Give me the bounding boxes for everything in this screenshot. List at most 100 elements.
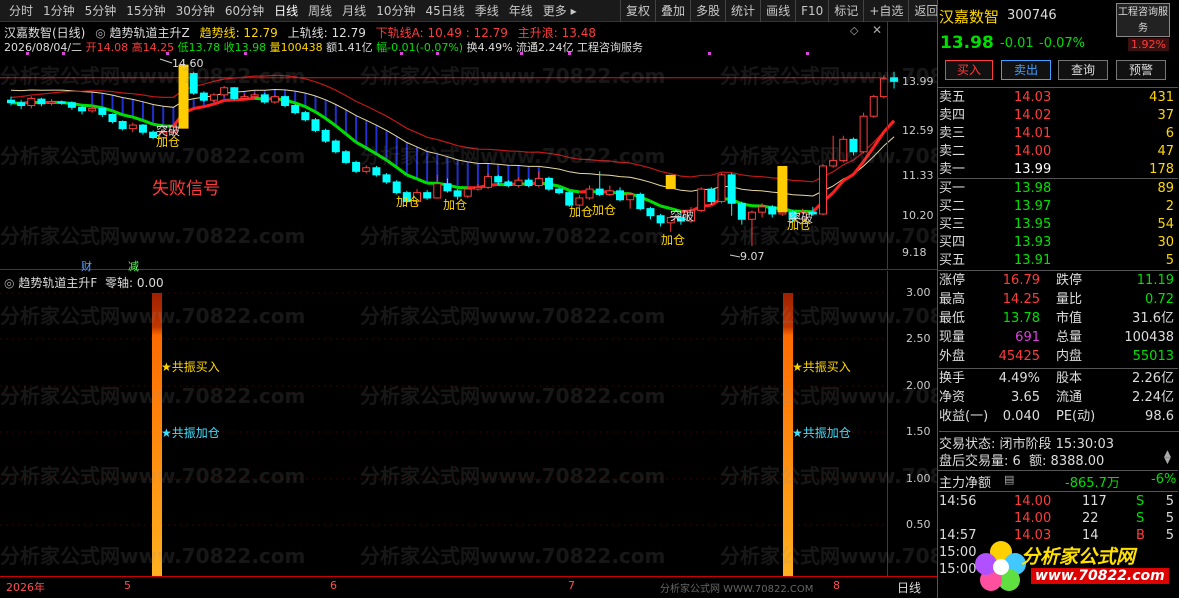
trend-line-segment (416, 177, 428, 185)
tool-button[interactable]: F10 (795, 0, 828, 22)
quote-row[interactable]: 买四 13.93 30 (938, 234, 1178, 252)
quote-row[interactable]: 14:56 14.00 117 S 5 (938, 493, 1178, 511)
tool-button[interactable]: 画线 (760, 0, 795, 22)
x-tick: 2026年 (6, 581, 45, 594)
concept-badge[interactable]: 工程咨询服务 (1116, 3, 1170, 37)
stat-value: 16.79 (1002, 273, 1040, 288)
candle-body (717, 174, 726, 203)
candle-body (321, 129, 330, 142)
quote-row[interactable]: 现量 691 总量 100438 (938, 329, 1178, 347)
stat-label: 内盘 (1056, 349, 1083, 364)
period-tab[interactable]: 日线 (269, 0, 303, 22)
quote-row[interactable]: 涨停 16.79 跌停 11.19 (938, 272, 1178, 290)
info-concept[interactable]: 工程咨询服务 (577, 41, 643, 54)
concept-badge-text: 工程咨询服务 (1118, 7, 1168, 34)
collapse-icon[interactable]: ◇ (850, 24, 858, 37)
after-hours-volume: 盘后交易量: 6 额: 8388.00 (939, 454, 1105, 469)
quote-row[interactable]: 净资 3.65 流通 2.24亿 (938, 389, 1178, 407)
ask-volume: 178 (1149, 162, 1174, 177)
quote-row[interactable]: 卖三 14.01 6 (938, 125, 1178, 143)
bid-volume: 5 (1165, 253, 1174, 268)
add-label-3: 加仓 (443, 198, 468, 212)
trend-line-segment (314, 110, 327, 120)
quote-row[interactable]: 卖二 14.00 47 (938, 143, 1178, 161)
candle-body (210, 94, 218, 101)
alert-button[interactable]: 预警 (1116, 60, 1166, 80)
quote-row[interactable]: 买五 13.91 5 (938, 252, 1178, 270)
stat-value: 0.72 (1145, 292, 1174, 307)
indicator-panel-name[interactable]: 趋势轨道主升F (18, 276, 97, 290)
trend-line-segment (122, 113, 134, 119)
trade-state: 交易状态: 闭市阶段 15:30:03 (939, 431, 1179, 452)
period-tab[interactable]: 更多 ▸ (538, 0, 582, 22)
quote-row[interactable]: 卖一 13.99 178 (938, 161, 1178, 179)
period-tab[interactable]: 1分钟 (38, 0, 80, 22)
quote-row[interactable]: 14.00 22 S 5 (938, 510, 1178, 528)
y-tick: 9.18 (902, 246, 927, 259)
period-tab[interactable]: 月线 (337, 0, 371, 22)
stat-label: 净资 (939, 390, 966, 405)
candle-body (128, 124, 137, 130)
period-tab[interactable]: 周线 (303, 0, 337, 22)
candle-body (585, 188, 594, 199)
quote-row[interactable]: 最低 13.78 市值 31.6亿 (938, 310, 1178, 328)
quote-row[interactable]: 换手 4.49% 股本 2.26亿 (938, 370, 1178, 388)
main-net-value: -865.7万 (1065, 476, 1120, 491)
trend-line-value: 趋势线: 12.79 (199, 26, 278, 40)
indicator-toggle-icon[interactable]: ◎ (4, 276, 14, 290)
candle-body (88, 107, 97, 112)
tool-button[interactable]: +自选 (863, 0, 908, 22)
period-tab[interactable]: 15分钟 (121, 0, 170, 22)
add-label-2: 加仓 (396, 195, 421, 209)
close-icon[interactable]: ✕ (872, 23, 882, 37)
period-tab[interactable]: 60分钟 (220, 0, 269, 22)
period-tab[interactable]: 30分钟 (171, 0, 220, 22)
candle-body (768, 206, 777, 215)
period-tab[interactable]: 季线 (470, 0, 504, 22)
tool-button[interactable]: 统计 (725, 0, 760, 22)
indicator-name[interactable]: 趋势轨道主升Z (110, 26, 190, 40)
quote-row[interactable]: 最高 14.25 量比 0.72 (938, 291, 1178, 309)
indicator-toggle-icon[interactable]: ◎ (95, 26, 105, 40)
candle-body (311, 119, 320, 131)
stat-label: 最高 (939, 292, 966, 307)
trend-line-segment (142, 119, 154, 126)
candle-body (534, 177, 543, 187)
quote-row[interactable]: 买三 13.95 54 (938, 216, 1178, 234)
candle-body (727, 174, 736, 204)
period-tab[interactable]: 10分钟 (371, 0, 420, 22)
candle-body (189, 73, 198, 94)
buy-button[interactable]: 买入 (945, 60, 993, 80)
bid-level-label: 买五 (939, 253, 966, 268)
list-icon[interactable]: ▤ (1004, 473, 1014, 486)
tool-button[interactable]: 叠加 (655, 0, 690, 22)
tool-button[interactable]: 复权 (620, 0, 655, 22)
query-button[interactable]: 查询 (1058, 60, 1108, 80)
ask-level-label: 卖四 (939, 108, 966, 123)
tool-button[interactable]: 多股 (690, 0, 725, 22)
period-tab[interactable]: 5分钟 (80, 0, 122, 22)
candle-body (595, 188, 604, 195)
stat-label: 外盘 (939, 349, 966, 364)
candle-body (839, 138, 848, 162)
period-tab[interactable]: 年线 (504, 0, 538, 22)
candle-body (352, 161, 361, 172)
tool-button[interactable]: 标记 (828, 0, 863, 22)
candle-body (67, 102, 76, 108)
quote-row[interactable]: 买二 13.97 2 (938, 198, 1178, 216)
bid-level-label: 买三 (939, 217, 966, 232)
ask-level-label: 卖二 (939, 144, 966, 159)
stock-name: 汉嘉数智 (939, 8, 1000, 26)
quote-row[interactable]: 卖四 14.02 37 (938, 107, 1178, 125)
quote-row[interactable]: 卖五 14.03 431 (938, 89, 1178, 107)
scroll-arrows-icon[interactable]: ▲ ▼ (1164, 450, 1171, 466)
stat-label: 量比 (1056, 292, 1083, 307)
sell-button[interactable]: 卖出 (1001, 60, 1051, 80)
footer-link[interactable]: 分析家公式网 WWW.70822.COM (660, 580, 813, 595)
period-tab[interactable]: 45日线 (420, 0, 469, 22)
period-label[interactable]: 日线 (897, 579, 921, 596)
period-tab[interactable]: 分时 (4, 0, 38, 22)
quote-row[interactable]: 买一 13.98 89 (938, 180, 1178, 198)
quote-row[interactable]: 外盘 45425 内盘 55013 (938, 348, 1178, 366)
quote-row[interactable]: 收益(一) 0.040 PE(动) 98.6 (938, 408, 1178, 426)
